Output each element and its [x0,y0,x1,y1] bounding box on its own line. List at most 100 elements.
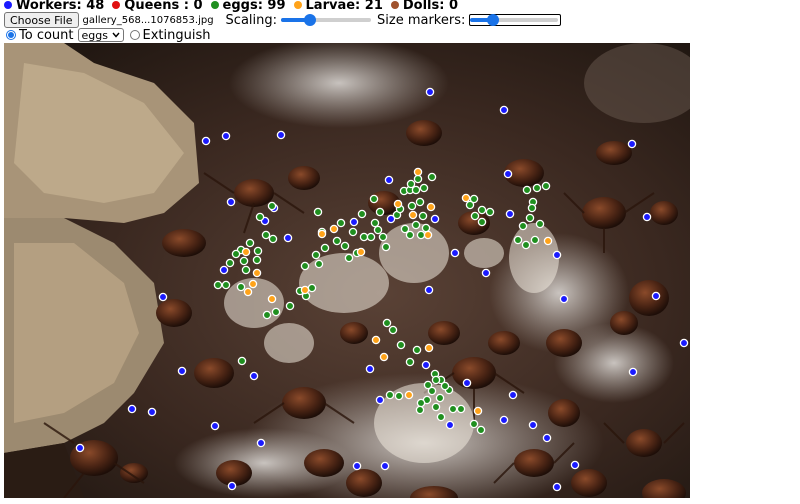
egg-marker[interactable] [375,207,385,217]
egg-marker[interactable] [477,217,487,227]
worker-marker[interactable] [276,130,286,140]
egg-marker[interactable] [470,211,480,221]
worker-marker[interactable] [127,404,137,414]
worker-marker[interactable] [158,292,168,302]
worker-marker[interactable] [481,268,491,278]
worker-marker[interactable] [256,438,266,448]
larvae-marker[interactable] [300,285,310,295]
egg-marker[interactable] [416,230,426,240]
worker-marker[interactable] [219,265,229,275]
worker-marker[interactable] [75,443,85,453]
worker-marker[interactable] [542,433,552,443]
worker-marker[interactable] [508,390,518,400]
egg-marker[interactable] [370,218,380,228]
egg-marker[interactable] [381,242,391,252]
egg-marker[interactable] [285,301,295,311]
to-count-radio[interactable] [6,30,16,40]
larvae-marker[interactable] [461,193,471,203]
larvae-marker[interactable] [248,279,258,289]
worker-marker[interactable] [679,338,689,348]
egg-marker[interactable] [541,181,551,191]
egg-marker[interactable] [253,246,263,256]
egg-marker[interactable] [415,197,425,207]
egg-marker[interactable] [405,230,415,240]
worker-marker[interactable] [552,482,562,492]
egg-marker[interactable] [521,240,531,250]
egg-marker[interactable] [513,235,523,245]
egg-marker[interactable] [359,232,369,242]
worker-marker[interactable] [221,131,231,141]
extinguish-label[interactable]: Extinguish [143,28,211,43]
egg-marker[interactable] [348,227,358,237]
worker-marker[interactable] [349,217,359,227]
egg-marker[interactable] [332,236,342,246]
larvae-marker[interactable] [408,210,418,220]
egg-marker[interactable] [435,393,445,403]
egg-marker[interactable] [427,172,437,182]
choose-file-button[interactable]: Choose File [4,12,79,28]
egg-marker[interactable] [252,255,262,265]
egg-marker[interactable] [385,390,395,400]
worker-marker[interactable] [249,371,259,381]
egg-marker[interactable] [394,391,404,401]
worker-marker[interactable] [147,407,157,417]
egg-marker[interactable] [366,232,376,242]
egg-marker[interactable] [518,221,528,231]
egg-marker[interactable] [406,179,416,189]
worker-marker[interactable] [210,421,220,431]
egg-marker[interactable] [405,357,415,367]
egg-marker[interactable] [307,283,317,293]
egg-marker[interactable] [396,340,406,350]
worker-marker[interactable] [425,87,435,97]
egg-marker[interactable] [413,174,423,184]
worker-marker[interactable] [226,197,236,207]
egg-marker[interactable] [431,402,441,412]
egg-marker[interactable] [477,205,487,215]
ant-photo-canvas[interactable] [4,43,690,498]
egg-marker[interactable] [245,238,255,248]
egg-marker[interactable] [530,235,540,245]
egg-marker[interactable] [268,234,278,244]
worker-marker[interactable] [283,233,293,243]
ant-photo[interactable] [4,43,690,498]
worker-marker[interactable] [627,139,637,149]
egg-marker[interactable] [320,243,330,253]
egg-marker[interactable] [313,207,323,217]
larvae-marker[interactable] [329,224,339,234]
scaling-slider[interactable] [281,13,372,27]
larvae-marker[interactable] [252,268,262,278]
larvae-marker[interactable] [371,335,381,345]
egg-marker[interactable] [382,318,392,328]
egg-marker[interactable] [412,345,422,355]
egg-marker[interactable] [373,225,383,235]
egg-marker[interactable] [369,194,379,204]
egg-marker[interactable] [419,183,429,193]
egg-marker[interactable] [262,310,272,320]
worker-marker[interactable] [177,366,187,376]
egg-marker[interactable] [239,256,249,266]
egg-marker[interactable] [522,185,532,195]
worker-marker[interactable] [462,378,472,388]
count-target-select[interactable]: eggs [77,28,124,42]
worker-marker[interactable] [201,136,211,146]
larvae-marker[interactable] [413,167,423,177]
egg-marker[interactable] [255,212,265,222]
worker-marker[interactable] [628,367,638,377]
egg-marker[interactable] [415,405,425,415]
egg-marker[interactable] [532,183,542,193]
egg-marker[interactable] [344,253,354,263]
egg-marker[interactable] [418,211,428,221]
egg-marker[interactable] [440,381,450,391]
size-markers-slider-thumb[interactable] [487,14,500,26]
larvae-marker[interactable] [423,230,433,240]
worker-marker[interactable] [384,175,394,185]
egg-marker[interactable] [241,265,251,275]
egg-marker[interactable] [411,185,421,195]
egg-marker[interactable] [267,201,277,211]
larvae-marker[interactable] [426,202,436,212]
worker-marker[interactable] [642,212,652,222]
egg-marker[interactable] [421,223,431,233]
egg-marker[interactable] [237,356,247,366]
worker-marker[interactable] [430,214,440,224]
egg-marker[interactable] [476,425,486,435]
